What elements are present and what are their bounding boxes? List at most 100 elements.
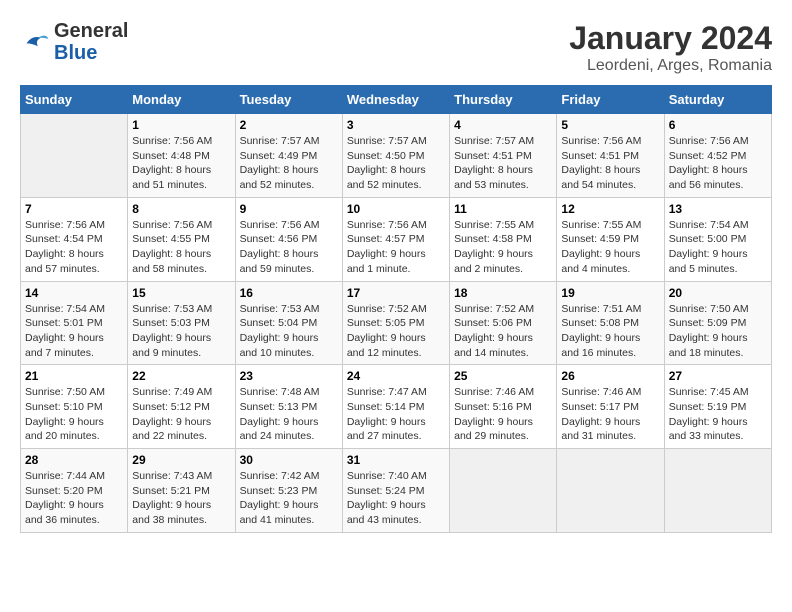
day-number: 12 xyxy=(561,202,659,216)
calendar-cell: 10Sunrise: 7:56 AM Sunset: 4:57 PM Dayli… xyxy=(342,197,449,281)
day-number: 1 xyxy=(132,118,230,132)
logo-blue: Blue xyxy=(54,42,97,64)
day-info: Sunrise: 7:55 AM Sunset: 4:59 PM Dayligh… xyxy=(561,218,659,277)
logo-icon xyxy=(20,32,50,52)
day-number: 6 xyxy=(669,118,767,132)
calendar-cell: 30 Sunrise: 7:42 AM Sunset: 5:23 PM Dayli… xyxy=(235,449,342,533)
page-header: General Blue January 2024 Leordeni, Arge… xyxy=(20,20,772,75)
calendar-cell: 18 Sunrise: 7:52 AM Sunset: 5:06 PM Dayli… xyxy=(450,281,557,365)
calendar-cell: 14Sunrise: 7:54 AM Sunset: 5:01 PM Dayli… xyxy=(21,281,128,365)
day-info: Sunrise: 7:44 AM Sunset: 5:20 PM Dayligh… xyxy=(25,469,123,528)
day-number: 19 xyxy=(561,286,659,300)
calendar-cell: 25Sunrise: 7:46 AM Sunset: 5:16 PM Dayli… xyxy=(450,365,557,449)
calendar-cell xyxy=(557,449,664,533)
calendar-cell: 26 Sunrise: 7:46 AM Sunset: 5:17 PM Dayli… xyxy=(557,365,664,449)
day-number: 22 xyxy=(132,369,230,383)
calendar-cell: 6 Sunrise: 7:56 AM Sunset: 4:52 PM Daylig… xyxy=(664,114,771,198)
calendar-cell: 9 Sunrise: 7:56 AM Sunset: 4:56 PM Daylig… xyxy=(235,197,342,281)
day-info: Sunrise: 7:57 AM Sunset: 4:49 PM Dayligh… xyxy=(240,134,338,193)
day-number: 20 xyxy=(669,286,767,300)
header-tuesday: Tuesday xyxy=(235,86,342,114)
header-saturday: Saturday xyxy=(664,86,771,114)
calendar-cell xyxy=(664,449,771,533)
day-info: Sunrise: 7:42 AM Sunset: 5:23 PM Dayligh… xyxy=(240,469,338,528)
calendar-cell: 29Sunrise: 7:43 AM Sunset: 5:21 PM Dayli… xyxy=(128,449,235,533)
calendar-cell: 5 Sunrise: 7:56 AM Sunset: 4:51 PM Daylig… xyxy=(557,114,664,198)
header-sunday: Sunday xyxy=(21,86,128,114)
day-info: Sunrise: 7:40 AM Sunset: 5:24 PM Dayligh… xyxy=(347,469,445,528)
calendar-header-row: SundayMondayTuesdayWednesdayThursdayFrid… xyxy=(21,86,772,114)
day-info: Sunrise: 7:56 AM Sunset: 4:55 PM Dayligh… xyxy=(132,218,230,277)
header-monday: Monday xyxy=(128,86,235,114)
day-number: 17 xyxy=(347,286,445,300)
day-info: Sunrise: 7:54 AM Sunset: 5:01 PM Dayligh… xyxy=(25,302,123,361)
day-info: Sunrise: 7:50 AM Sunset: 5:09 PM Dayligh… xyxy=(669,302,767,361)
logo: General Blue xyxy=(20,20,128,64)
day-info: Sunrise: 7:47 AM Sunset: 5:14 PM Dayligh… xyxy=(347,385,445,444)
calendar-cell xyxy=(450,449,557,533)
calendar-cell: 16 Sunrise: 7:53 AM Sunset: 5:04 PM Dayli… xyxy=(235,281,342,365)
calendar-cell xyxy=(21,114,128,198)
day-number: 15 xyxy=(132,286,230,300)
day-number: 21 xyxy=(25,369,123,383)
day-info: Sunrise: 7:49 AM Sunset: 5:12 PM Dayligh… xyxy=(132,385,230,444)
calendar-cell: 17Sunrise: 7:52 AM Sunset: 5:05 PM Dayli… xyxy=(342,281,449,365)
day-info: Sunrise: 7:53 AM Sunset: 5:04 PM Dayligh… xyxy=(240,302,338,361)
day-number: 5 xyxy=(561,118,659,132)
calendar-cell: 20 Sunrise: 7:50 AM Sunset: 5:09 PM Dayli… xyxy=(664,281,771,365)
day-info: Sunrise: 7:53 AM Sunset: 5:03 PM Dayligh… xyxy=(132,302,230,361)
calendar-cell: 1 Sunrise: 7:56 AM Sunset: 4:48 PM Daylig… xyxy=(128,114,235,198)
day-number: 24 xyxy=(347,369,445,383)
day-number: 2 xyxy=(240,118,338,132)
page-title: January 2024 xyxy=(569,20,772,57)
calendar-cell: 13Sunrise: 7:54 AM Sunset: 5:00 PM Dayli… xyxy=(664,197,771,281)
day-info: Sunrise: 7:56 AM Sunset: 4:51 PM Dayligh… xyxy=(561,134,659,193)
day-info: Sunrise: 7:56 AM Sunset: 4:52 PM Dayligh… xyxy=(669,134,767,193)
calendar-cell: 4 Sunrise: 7:57 AM Sunset: 4:51 PM Daylig… xyxy=(450,114,557,198)
calendar-week-4: 28Sunrise: 7:44 AM Sunset: 5:20 PM Dayli… xyxy=(21,449,772,533)
calendar-cell: 3Sunrise: 7:57 AM Sunset: 4:50 PM Daylig… xyxy=(342,114,449,198)
day-number: 16 xyxy=(240,286,338,300)
calendar-cell: 7Sunrise: 7:56 AM Sunset: 4:54 PM Daylig… xyxy=(21,197,128,281)
day-number: 30 xyxy=(240,453,338,467)
day-info: Sunrise: 7:55 AM Sunset: 4:58 PM Dayligh… xyxy=(454,218,552,277)
day-number: 7 xyxy=(25,202,123,216)
calendar-cell: 24 Sunrise: 7:47 AM Sunset: 5:14 PM Dayli… xyxy=(342,365,449,449)
calendar-cell: 19 Sunrise: 7:51 AM Sunset: 5:08 PM Dayli… xyxy=(557,281,664,365)
day-number: 26 xyxy=(561,369,659,383)
day-number: 18 xyxy=(454,286,552,300)
calendar-cell: 11 Sunrise: 7:55 AM Sunset: 4:58 PM Dayli… xyxy=(450,197,557,281)
day-info: Sunrise: 7:57 AM Sunset: 4:50 PM Dayligh… xyxy=(347,134,445,193)
page-subtitle: Leordeni, Arges, Romania xyxy=(569,57,772,75)
calendar-table: SundayMondayTuesdayWednesdayThursdayFrid… xyxy=(20,85,772,533)
day-info: Sunrise: 7:45 AM Sunset: 5:19 PM Dayligh… xyxy=(669,385,767,444)
calendar-week-2: 14Sunrise: 7:54 AM Sunset: 5:01 PM Dayli… xyxy=(21,281,772,365)
calendar-cell: 31 Sunrise: 7:40 AM Sunset: 5:24 PM Dayli… xyxy=(342,449,449,533)
calendar-cell: 23 Sunrise: 7:48 AM Sunset: 5:13 PM Dayli… xyxy=(235,365,342,449)
day-info: Sunrise: 7:46 AM Sunset: 5:17 PM Dayligh… xyxy=(561,385,659,444)
day-info: Sunrise: 7:56 AM Sunset: 4:57 PM Dayligh… xyxy=(347,218,445,277)
day-number: 23 xyxy=(240,369,338,383)
day-info: Sunrise: 7:52 AM Sunset: 5:06 PM Dayligh… xyxy=(454,302,552,361)
calendar-week-3: 21 Sunrise: 7:50 AM Sunset: 5:10 PM Dayli… xyxy=(21,365,772,449)
day-info: Sunrise: 7:50 AM Sunset: 5:10 PM Dayligh… xyxy=(25,385,123,444)
day-info: Sunrise: 7:57 AM Sunset: 4:51 PM Dayligh… xyxy=(454,134,552,193)
header-friday: Friday xyxy=(557,86,664,114)
day-info: Sunrise: 7:56 AM Sunset: 4:48 PM Dayligh… xyxy=(132,134,230,193)
calendar-cell: 15 Sunrise: 7:53 AM Sunset: 5:03 PM Dayli… xyxy=(128,281,235,365)
calendar-cell: 2 Sunrise: 7:57 AM Sunset: 4:49 PM Daylig… xyxy=(235,114,342,198)
day-info: Sunrise: 7:48 AM Sunset: 5:13 PM Dayligh… xyxy=(240,385,338,444)
day-info: Sunrise: 7:56 AM Sunset: 4:56 PM Dayligh… xyxy=(240,218,338,277)
day-number: 4 xyxy=(454,118,552,132)
day-number: 31 xyxy=(347,453,445,467)
day-number: 8 xyxy=(132,202,230,216)
calendar-cell: 22 Sunrise: 7:49 AM Sunset: 5:12 PM Dayli… xyxy=(128,365,235,449)
calendar-week-1: 7Sunrise: 7:56 AM Sunset: 4:54 PM Daylig… xyxy=(21,197,772,281)
calendar-cell: 8 Sunrise: 7:56 AM Sunset: 4:55 PM Daylig… xyxy=(128,197,235,281)
calendar-cell: 21 Sunrise: 7:50 AM Sunset: 5:10 PM Dayli… xyxy=(21,365,128,449)
day-number: 9 xyxy=(240,202,338,216)
day-number: 11 xyxy=(454,202,552,216)
title-block: January 2024 Leordeni, Arges, Romania xyxy=(569,20,772,75)
day-info: Sunrise: 7:51 AM Sunset: 5:08 PM Dayligh… xyxy=(561,302,659,361)
day-number: 27 xyxy=(669,369,767,383)
